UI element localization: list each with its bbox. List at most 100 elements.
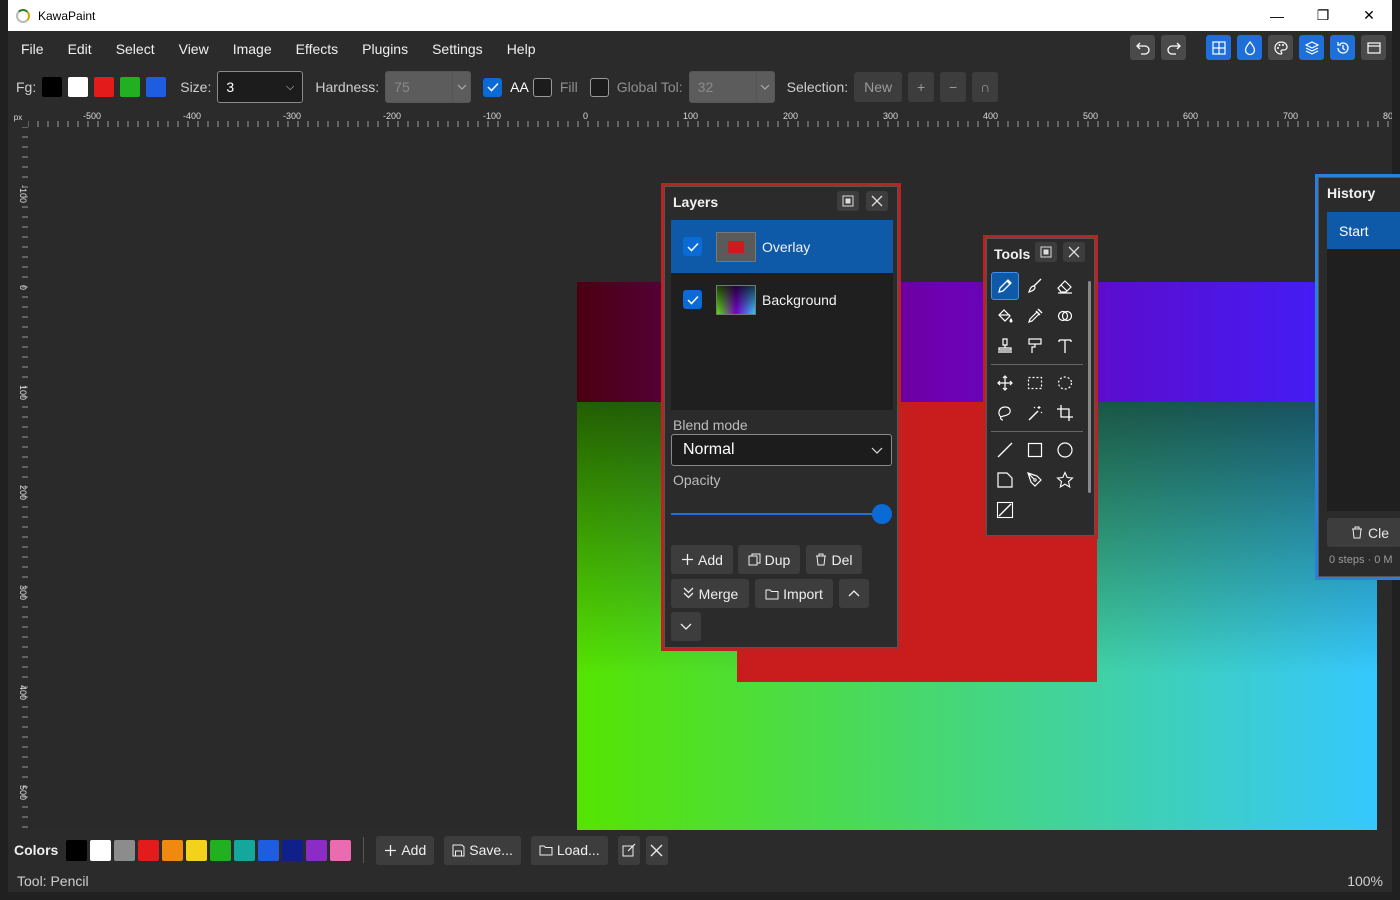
layer-row-background[interactable]: Background (671, 273, 893, 326)
import-layer-button[interactable]: Import (755, 579, 833, 608)
clear-history-button[interactable]: Cle (1327, 518, 1400, 547)
blend-mode-combo[interactable]: Normal (671, 434, 892, 466)
eyedropper-tool-button[interactable] (1021, 302, 1049, 330)
add-layer-button[interactable]: Add (671, 545, 733, 574)
gradient-tool-button[interactable] (991, 496, 1019, 524)
palette-swatch[interactable] (138, 839, 160, 861)
menu-view[interactable]: View (167, 41, 221, 57)
move-tool-button[interactable] (991, 369, 1019, 397)
restore-button[interactable]: ❐ (1300, 0, 1346, 31)
merge-layer-button[interactable]: Merge (671, 579, 749, 608)
tolerance-combo[interactable]: 32 (688, 71, 775, 103)
layers-panel-close-button[interactable] (866, 191, 888, 211)
palette-swatch[interactable] (210, 839, 232, 861)
hardness-combo[interactable]: 75 (385, 71, 472, 103)
folder-icon (765, 589, 779, 599)
tools-panel-float-button[interactable] (1035, 242, 1057, 262)
fg-swatch-white[interactable] (68, 77, 89, 97)
menu-settings[interactable]: Settings (420, 41, 495, 57)
undo-button[interactable] (1130, 35, 1155, 60)
pencil-tool-button[interactable] (991, 272, 1019, 300)
save-palette-button[interactable]: Save... (444, 835, 521, 865)
magic-wand-tool-button[interactable] (1021, 399, 1049, 427)
menu-help[interactable]: Help (495, 41, 548, 57)
tools-scrollbar[interactable] (1088, 281, 1091, 493)
grid-toggle-button[interactable] (1206, 35, 1231, 60)
palette-swatch[interactable] (66, 839, 88, 861)
eraser-tool-button[interactable] (1051, 272, 1079, 300)
ellipse-tool-button[interactable] (1051, 436, 1079, 464)
opacity-slider-thumb[interactable] (872, 504, 892, 524)
color-panel-button[interactable] (1237, 35, 1262, 60)
smudge-tool-button[interactable] (1021, 332, 1049, 360)
lasso-tool-button[interactable] (991, 399, 1019, 427)
palette-swatch[interactable] (306, 839, 328, 861)
palette-swatch[interactable] (234, 839, 256, 861)
star-tool-button[interactable] (1051, 466, 1079, 494)
ellipse-select-tool-button[interactable] (1051, 369, 1079, 397)
palette-swatch[interactable] (114, 839, 136, 861)
selection-add-button[interactable]: + (908, 72, 935, 102)
load-palette-button[interactable]: Load... (530, 835, 608, 865)
fill-checkbox[interactable] (532, 77, 552, 97)
menu-effects[interactable]: Effects (284, 41, 351, 57)
layers-panel-button[interactable] (1299, 35, 1324, 60)
polygon-tool-button[interactable] (991, 466, 1019, 494)
brush-tool-button[interactable] (1021, 272, 1049, 300)
stamp-tool-button[interactable] (991, 332, 1019, 360)
tool-row (991, 399, 1083, 427)
fg-swatch-blue[interactable] (146, 77, 167, 97)
selection-new-button[interactable]: New (854, 72, 903, 102)
delete-layer-button[interactable]: Del (806, 545, 862, 574)
palette-swatch[interactable] (330, 839, 352, 861)
palette-panel-button[interactable] (1268, 35, 1293, 60)
magic-wand-icon (1028, 406, 1043, 421)
selection-subtract-button[interactable]: − (940, 72, 967, 102)
blend-tool-button[interactable] (1051, 302, 1079, 330)
layers-panel-float-button[interactable] (837, 191, 859, 211)
aa-checkbox[interactable] (483, 77, 503, 97)
edit-palette-button[interactable] (617, 835, 640, 865)
crop-tool-button[interactable] (1051, 399, 1079, 427)
global-checkbox[interactable] (589, 77, 609, 97)
redo-button[interactable] (1161, 35, 1186, 60)
selection-intersect-button[interactable]: ∩ (972, 72, 999, 102)
line-tool-button[interactable] (991, 436, 1019, 464)
layer-row-overlay[interactable]: Overlay (671, 220, 893, 273)
rect-select-tool-button[interactable] (1021, 369, 1049, 397)
move-layer-up-button[interactable] (839, 579, 869, 608)
window-toggle-button[interactable] (1361, 35, 1386, 60)
rectangle-tool-button[interactable] (1021, 436, 1049, 464)
fg-swatch-black[interactable] (42, 77, 63, 97)
menu-edit[interactable]: Edit (56, 41, 104, 57)
close-window-button[interactable]: ✕ (1346, 0, 1392, 31)
tools-panel-title: Tools (994, 246, 1031, 262)
palette-swatch[interactable] (162, 839, 184, 861)
pen-tool-button[interactable] (1021, 466, 1049, 494)
remove-palette-button[interactable] (645, 835, 668, 865)
palette-swatch[interactable] (186, 839, 208, 861)
duplicate-layer-button[interactable]: Dup (738, 545, 800, 574)
layer-visibility-checkbox[interactable] (683, 290, 702, 309)
layers-panel-title: Layers (673, 194, 719, 210)
menu-image[interactable]: Image (221, 41, 284, 57)
tools-panel-close-button[interactable] (1063, 242, 1085, 262)
size-combo[interactable]: 3 ⌵ (217, 71, 304, 103)
add-color-button[interactable]: Add (376, 835, 435, 865)
layer-visibility-checkbox[interactable] (683, 237, 702, 256)
minimize-button[interactable]: — (1254, 0, 1300, 31)
history-item-start[interactable]: Start (1327, 212, 1400, 249)
menu-plugins[interactable]: Plugins (350, 41, 420, 57)
palette-swatch[interactable] (282, 839, 304, 861)
fg-swatch-green[interactable] (120, 77, 141, 97)
text-tool-button[interactable] (1051, 332, 1079, 360)
palette-swatch[interactable] (90, 839, 112, 861)
history-panel-button[interactable] (1330, 35, 1355, 60)
move-layer-down-button[interactable] (671, 612, 701, 641)
fg-swatch-red[interactable] (94, 77, 115, 97)
fill-tool-button[interactable] (991, 302, 1019, 330)
palette-swatch[interactable] (258, 839, 280, 861)
menu-select[interactable]: Select (104, 41, 167, 57)
menu-file[interactable]: File (8, 41, 56, 57)
opacity-slider-track[interactable] (671, 513, 881, 515)
